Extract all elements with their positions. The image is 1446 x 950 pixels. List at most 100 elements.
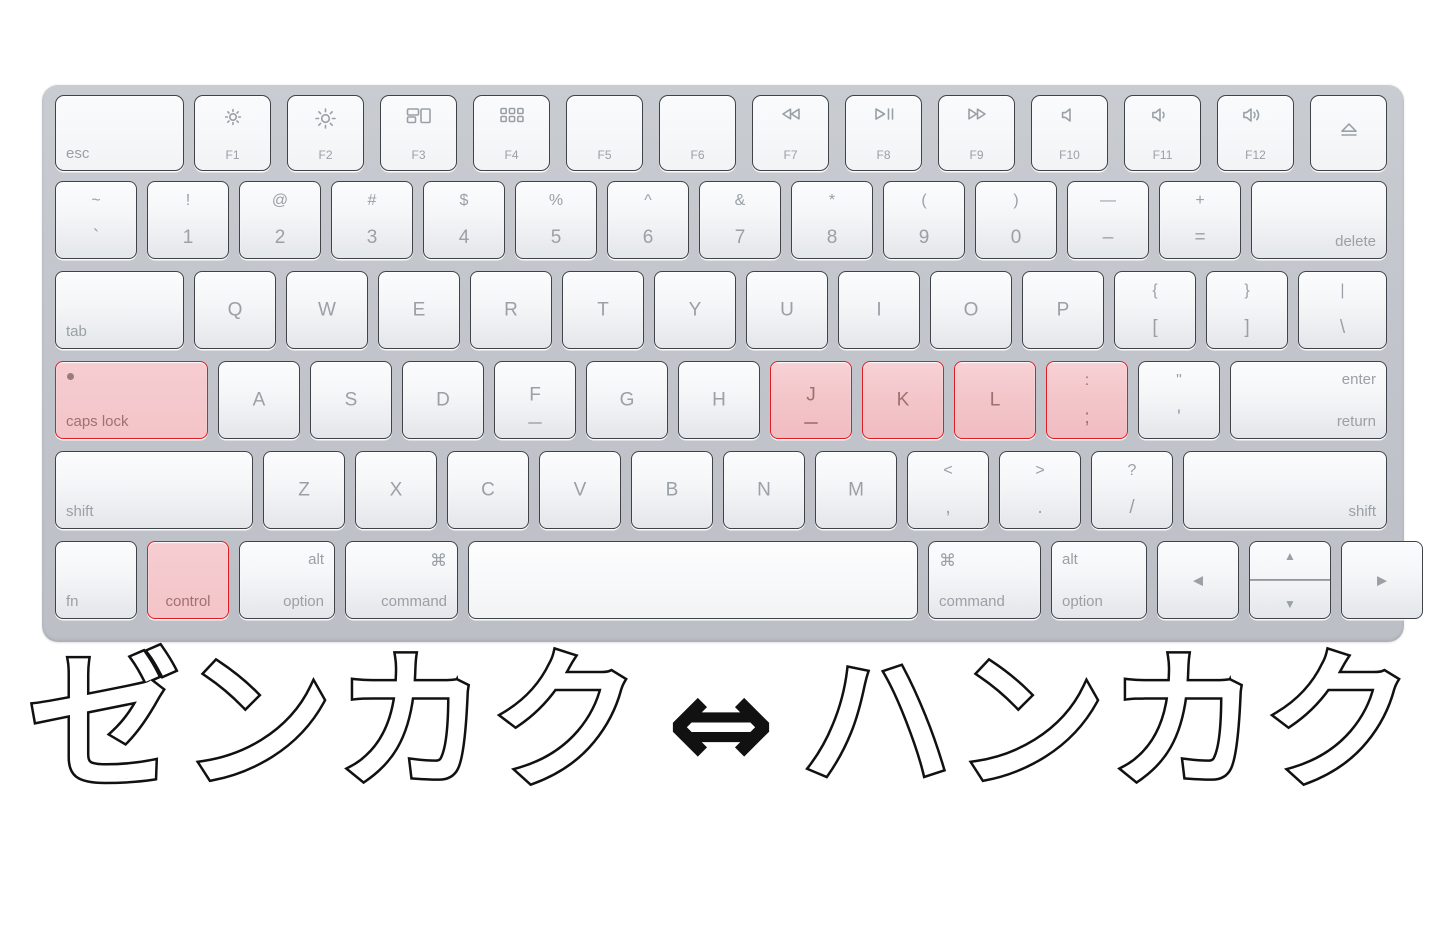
key-shift-right-label: shift [1348, 503, 1376, 520]
key-f3[interactable]: F3 [380, 95, 457, 171]
key-9[interactable]: ( 9 [883, 181, 965, 259]
key-8-label: 8 [826, 227, 838, 248]
key-t[interactable]: T [562, 271, 644, 349]
key-minus-shift-label: — [1100, 192, 1116, 209]
key-equal-label: = [1194, 227, 1206, 248]
key-caps-lock[interactable]: caps lock [55, 361, 208, 439]
key-1[interactable]: ! 1 [147, 181, 229, 259]
key-5-shift-label: % [548, 192, 564, 209]
key-v[interactable]: V [539, 451, 621, 529]
key-v-label: V [573, 479, 587, 501]
key-bracketleft[interactable]: { [ [1114, 271, 1196, 349]
key-comma[interactable]: < , [907, 451, 989, 529]
key-n[interactable]: N [723, 451, 805, 529]
key-fn-label: fn [66, 593, 79, 610]
key-f6[interactable]: F6 [659, 95, 736, 171]
key-f8[interactable]: F8 [845, 95, 922, 171]
key-bracketright[interactable]: } ] [1206, 271, 1288, 349]
key-arrow-right[interactable]: ▶ [1341, 541, 1423, 619]
key-o-label: O [963, 299, 979, 321]
key-x[interactable]: X [355, 451, 437, 529]
key-control[interactable]: control [147, 541, 229, 619]
key-semicolon[interactable]: : ; [1046, 361, 1128, 439]
key-f10-label: F10 [1059, 148, 1080, 162]
key-6[interactable]: ^ 6 [607, 181, 689, 259]
key-7[interactable]: & 7 [699, 181, 781, 259]
key-f11[interactable]: F11 [1124, 95, 1201, 171]
key-delete[interactable]: delete [1251, 181, 1387, 259]
key-z[interactable]: Z [263, 451, 345, 529]
key-f1[interactable]: F1 [194, 95, 271, 171]
key-f4[interactable]: F4 [473, 95, 550, 171]
key-command-left[interactable]: ⌘ command [345, 541, 458, 619]
key-r[interactable]: R [470, 271, 552, 349]
key-option-left[interactable]: alt option [239, 541, 335, 619]
key-3[interactable]: # 3 [331, 181, 413, 259]
key-return[interactable]: enter return [1230, 361, 1387, 439]
key-eject[interactable] [1310, 95, 1387, 171]
key-o[interactable]: O [930, 271, 1012, 349]
key-slash[interactable]: ? / [1091, 451, 1173, 529]
key-shift-right[interactable]: shift [1183, 451, 1387, 529]
key-s[interactable]: S [310, 361, 392, 439]
key-2[interactable]: @ 2 [239, 181, 321, 259]
key-command-right[interactable]: ⌘ command [928, 541, 1041, 619]
key-f9[interactable]: F9 [938, 95, 1015, 171]
key-minus[interactable]: — – [1067, 181, 1149, 259]
key-option-right-alt-label: alt [1062, 551, 1078, 568]
key-equal[interactable]: + = [1159, 181, 1241, 259]
key-q[interactable]: Q [194, 271, 276, 349]
key-f7[interactable]: F7 [752, 95, 829, 171]
key-space[interactable] [468, 541, 918, 619]
key-arrow-up-down[interactable]: ▲ ▼ [1249, 541, 1331, 619]
key-quote[interactable]: " ' [1138, 361, 1220, 439]
key-shift-left[interactable]: shift [55, 451, 253, 529]
key-l[interactable]: L [954, 361, 1036, 439]
bidirectional-arrow-icon: ⇔ [666, 647, 780, 799]
key-j[interactable]: J [770, 361, 852, 439]
key-5-label: 5 [550, 227, 562, 248]
key-fn[interactable]: fn [55, 541, 137, 619]
key-3-shift-label: # [367, 192, 377, 209]
volume-down-icon [1125, 107, 1200, 123]
key-i[interactable]: I [838, 271, 920, 349]
key-8[interactable]: * 8 [791, 181, 873, 259]
key-backslash[interactable]: | \ [1298, 271, 1387, 349]
key-esc[interactable]: esc [55, 95, 184, 171]
key-m[interactable]: M [815, 451, 897, 529]
key-a[interactable]: A [218, 361, 300, 439]
arrow-up-icon[interactable]: ▲ [1250, 542, 1330, 580]
key-f12[interactable]: F12 [1217, 95, 1294, 171]
key-option-right[interactable]: alt option [1051, 541, 1147, 619]
key-w[interactable]: W [286, 271, 368, 349]
key-d[interactable]: D [402, 361, 484, 439]
key-f10[interactable]: F10 [1031, 95, 1108, 171]
key-p[interactable]: P [1022, 271, 1104, 349]
key-y[interactable]: Y [654, 271, 736, 349]
key-e[interactable]: E [378, 271, 460, 349]
key-f7-label: F7 [783, 148, 798, 162]
arrow-down-icon[interactable]: ▼ [1250, 580, 1330, 618]
key-b[interactable]: B [631, 451, 713, 529]
key-c[interactable]: C [447, 451, 529, 529]
caption-right-text: ハンカク [799, 636, 1418, 810]
key-k[interactable]: K [862, 361, 944, 439]
key-4[interactable]: $ 4 [423, 181, 505, 259]
key-f[interactable]: F [494, 361, 576, 439]
key-9-shift-label: ( [921, 192, 927, 209]
key-u[interactable]: U [746, 271, 828, 349]
key-tab[interactable]: tab [55, 271, 184, 349]
key-5[interactable]: % 5 [515, 181, 597, 259]
key-g[interactable]: G [586, 361, 668, 439]
key-0[interactable]: ) 0 [975, 181, 1057, 259]
key-arrow-left[interactable]: ◀ [1157, 541, 1239, 619]
key-semicolon-shift-label: : [1084, 372, 1090, 389]
key-f2[interactable]: F2 [287, 95, 364, 171]
key-f5[interactable]: F5 [566, 95, 643, 171]
key-h[interactable]: H [678, 361, 760, 439]
key-f5-label: F5 [597, 148, 612, 162]
key-period[interactable]: > . [999, 451, 1081, 529]
key-period-shift-label: > [1035, 462, 1045, 479]
key-s-label: S [344, 389, 358, 411]
key-backtick[interactable]: ~ ` [55, 181, 137, 259]
